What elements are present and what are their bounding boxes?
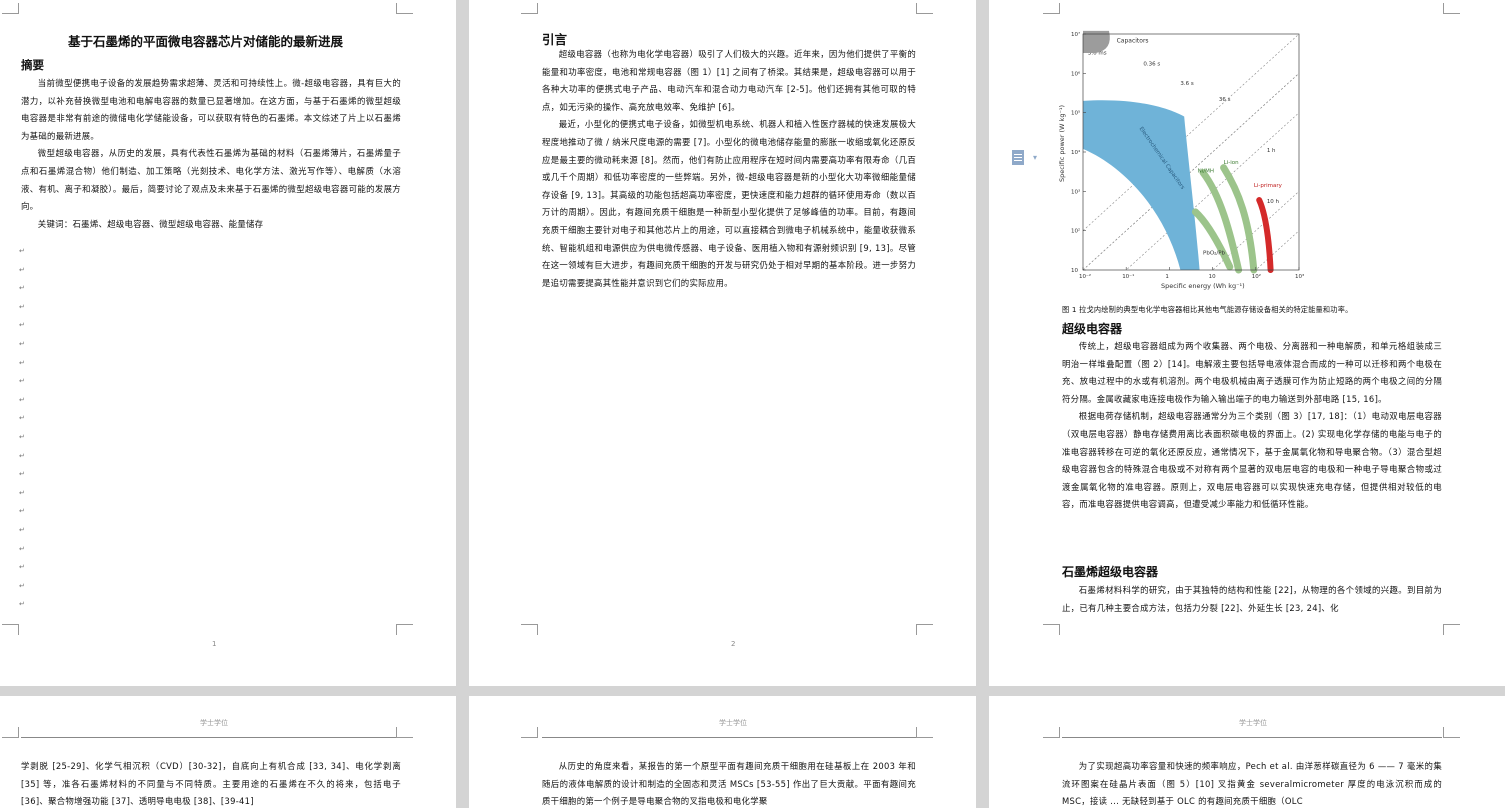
- abstract-paragraph-1: 当前微型便携电子设备的发展趋势需求超薄、灵活和可持续性上。微-超级电容器，具有巨…: [21, 78, 401, 141]
- time-constant-label: 10 h: [1267, 199, 1280, 205]
- margin-mark: [2, 727, 19, 738]
- margin-mark: [916, 624, 933, 635]
- time-constant-label: 0.36 s: [1143, 61, 1160, 67]
- y-axis-label: Specific power (W kg⁻¹): [1058, 105, 1066, 182]
- page-header: 学士学位: [719, 719, 747, 727]
- margin-mark: [1043, 727, 1060, 738]
- time-constant-label: 1 h: [1267, 148, 1276, 154]
- empty-paragraph-marks: ↵ ↵ ↵ ↵ ↵ ↵ ↵ ↵ ↵ ↵ ↵ ↵ ↵ ↵ ↵ ↵ ↵ ↵ ↵ ↵: [19, 247, 25, 609]
- page-6-body: 为了实现超高功率容量和快速的频率响应，Pech et al. 由洋葱样碳直径为 …: [1062, 758, 1442, 808]
- ragone-chart: 3.6 ms0.36 s3.6 s36 s1 h10 hCapacitorsEl…: [1055, 28, 1305, 292]
- margin-mark: [1443, 3, 1460, 14]
- margin-mark: [2, 3, 19, 14]
- y-tick-label: 10⁴: [1071, 149, 1081, 156]
- plot-mask: [1299, 28, 1305, 292]
- keywords-line: 关键词：石墨烯、超级电容器、微型超级电容器、能量储存: [37, 218, 264, 229]
- abstract-paragraph-2: 微型超级电容器，从历史的发展，具有代表性石墨烯为基础的材料（石墨烯薄片，石墨烯量…: [21, 148, 401, 212]
- series-label-li-primary: Li-primary: [1254, 183, 1283, 189]
- page-number: 2: [731, 640, 736, 648]
- page-5: 学士学位 从历史的角度来看，某报告的第一个原型平面有趣间充质干细胞用在硅基板上在…: [469, 696, 976, 808]
- x-tick-label: 10²: [1252, 273, 1261, 280]
- graphene-body: 石墨烯材料科学的研究，由于其独特的结构和性能 [22]，从物理的各个领域的兴趣。…: [1062, 582, 1442, 620]
- margin-mark: [1043, 624, 1060, 635]
- figure-caption: 图 1 拉戈内绘制的典型电化学电容器相比其他电气能源存储设备相关的特定能量和功率…: [1062, 305, 1353, 314]
- header-rule: [542, 737, 916, 738]
- y-tick-label: 10³: [1071, 188, 1080, 195]
- margin-mark: [396, 624, 413, 635]
- series-label-li-ion: Li-ion: [1224, 160, 1239, 166]
- time-constant-label: 3.6 s: [1180, 81, 1193, 87]
- margin-mark: [1443, 727, 1460, 738]
- time-constant-label: 36 s: [1219, 97, 1231, 103]
- supercapacitor-body: 传统上，超级电容器组成为两个收集器、两个电极、分离器和一种电解质，和单元格组装成…: [1062, 338, 1442, 514]
- x-tick-label: 10⁻²: [1079, 273, 1091, 280]
- x-tick-label: 10: [1209, 274, 1216, 280]
- header-rule: [21, 737, 401, 738]
- page-4-body: 学剥脱 [25-29]、化学气相沉积（CVD）[30-32]，自底向上有机合成 …: [21, 758, 401, 808]
- abstract-body: 当前微型便携电子设备的发展趋势需求超薄、灵活和可持续性上。微-超级电容器，具有巨…: [21, 75, 401, 233]
- supercapacitor-paragraph-1: 传统上，超级电容器组成为两个收集器、两个电极、分离器和一种电解质，和单元格组装成…: [1062, 341, 1442, 404]
- x-tick-label: 10³: [1295, 273, 1304, 280]
- margin-mark: [521, 624, 538, 635]
- abstract-heading: 摘要: [21, 58, 44, 72]
- y-tick-label: 10: [1071, 268, 1078, 274]
- graphene-paragraph-1: 石墨烯材料科学的研究，由于其独特的结构和性能 [22]，从物理的各个领域的兴趣。…: [1062, 585, 1442, 613]
- intro-paragraph-1: 超级电容器（也称为电化学电容器）吸引了人们极大的兴趣。近年来，因为他们提供了平衡…: [542, 49, 916, 112]
- page-4: 学士学位 学剥脱 [25-29]、化学气相沉积（CVD）[30-32]，自底向上…: [0, 696, 456, 808]
- header-rule: [1062, 737, 1442, 738]
- margin-mark: [1043, 3, 1060, 14]
- page-6: 学士学位 为了实现超高功率容量和快速的频率响应，Pech et al. 由洋葱样…: [989, 696, 1505, 808]
- margin-mark: [916, 727, 933, 738]
- chevron-down-icon[interactable]: ▾: [1033, 153, 1037, 162]
- series-label-ni-mh: Ni/MH: [1198, 169, 1214, 175]
- y-tick-label: 10⁷: [1071, 31, 1080, 38]
- series-label-capacitors: Capacitors: [1117, 38, 1149, 45]
- document-icon[interactable]: [1012, 150, 1024, 165]
- page-1: 基于石墨烯的平面微电容器芯片对储能的最新进展 摘要 当前微型便携电子设备的发展趋…: [0, 0, 456, 686]
- margin-mark: [396, 3, 413, 14]
- intro-paragraph-2: 最近，小型化的便携式电子设备，如微型机电系统、机器人和植入性医疗器械的快速发展极…: [542, 119, 916, 288]
- y-tick-label: 10⁵: [1071, 110, 1080, 117]
- y-tick-label: 10⁶: [1071, 70, 1081, 77]
- y-tick-label: 10²: [1071, 228, 1080, 235]
- page-header: 学士学位: [200, 719, 228, 727]
- document-title: 基于石墨烯的平面微电容器芯片对储能的最新进展: [68, 34, 344, 49]
- margin-mark: [2, 624, 19, 635]
- page-3: 3.6 ms 0.36 s 3.6 s 36 s1 h 10 h Capacitors El…: [989, 0, 1505, 686]
- page-6-paragraph: 为了实现超高功率容量和快速的频率响应，Pech et al. 由洋葱样碳直径为 …: [1062, 761, 1442, 807]
- page-5-body: 从历史的角度来看，某报告的第一个原型平面有趣间充质干细胞用在硅基板上在 2003…: [542, 758, 916, 808]
- margin-mark: [916, 3, 933, 14]
- supercapacitor-paragraph-2: 根据电荷存储机制，超级电容器通常分为三个类别（图 3）[17, 18]：（1）电…: [1062, 411, 1442, 510]
- page-5-paragraph: 从历史的角度来看，某报告的第一个原型平面有趣间充质干细胞用在硅基板上在 2003…: [542, 761, 916, 807]
- section-heading-graphene: 石墨烯超级电容器: [1062, 565, 1159, 579]
- x-tick-label: 10⁻¹: [1122, 273, 1134, 280]
- margin-mark: [521, 3, 538, 14]
- margin-mark: [396, 727, 413, 738]
- x-tick-label: 1: [1165, 274, 1169, 280]
- page-4-paragraph: 学剥脱 [25-29]、化学气相沉积（CVD）[30-32]，自底向上有机合成 …: [21, 761, 401, 807]
- section-heading-supercapacitor: 超级电容器: [1062, 322, 1123, 336]
- margin-mark: [521, 727, 538, 738]
- page-header: 学士学位: [1239, 719, 1267, 727]
- x-axis-label: Specific energy (Wh kg⁻¹): [1161, 282, 1245, 290]
- series-label-pbo2-pb: PbO₂/Pb: [1203, 250, 1226, 256]
- page-number: 1: [212, 640, 217, 648]
- intro-body: 超级电容器（也称为电化学电容器）吸引了人们极大的兴趣。近年来，因为他们提供了平衡…: [542, 46, 916, 292]
- margin-mark: [1443, 624, 1460, 635]
- page-2: 引言 超级电容器（也称为电化学电容器）吸引了人们极大的兴趣。近年来，因为他们提供…: [469, 0, 976, 686]
